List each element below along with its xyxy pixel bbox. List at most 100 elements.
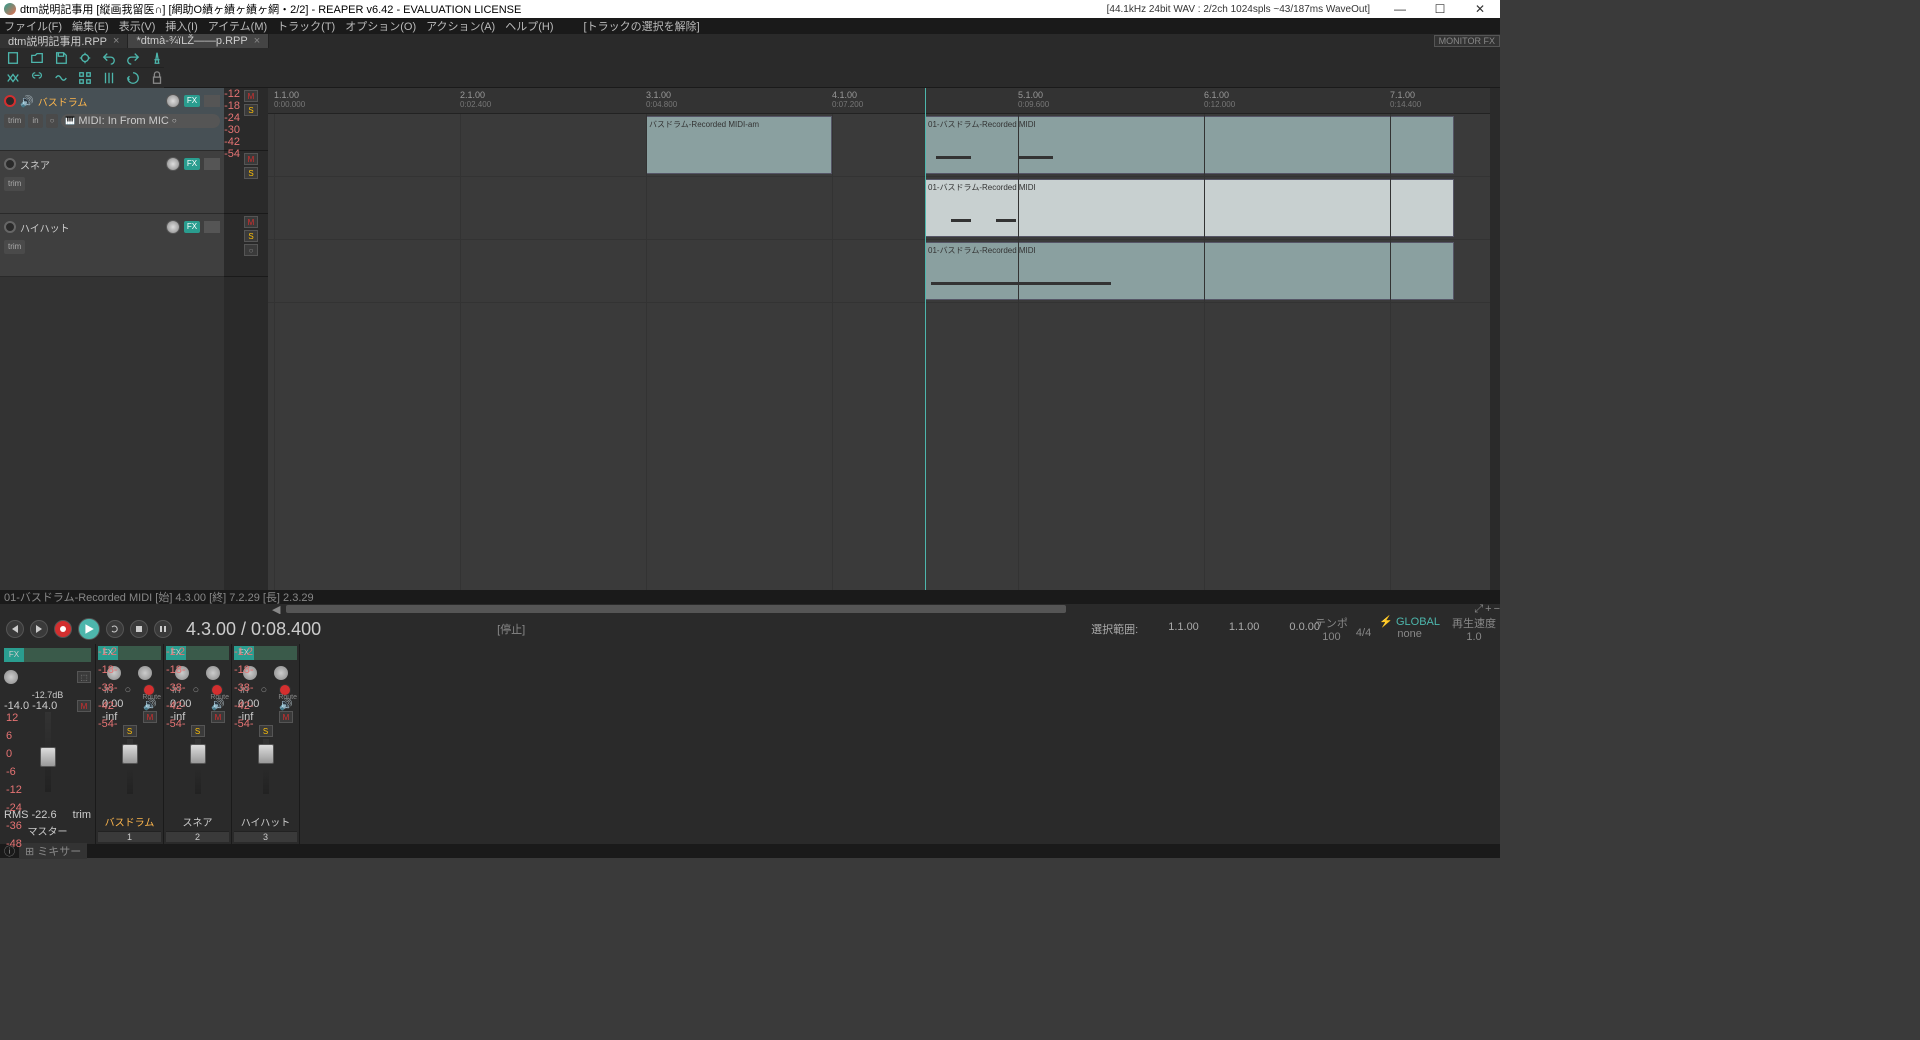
strip-mute[interactable]: M	[143, 711, 157, 723]
tab-close-icon[interactable]: ×	[113, 35, 119, 47]
strip-label[interactable]: ハイハット	[234, 812, 297, 831]
monitor-button[interactable]: ○	[46, 114, 59, 128]
new-project-icon[interactable]	[6, 51, 20, 65]
monitor-fx-button[interactable]: MONITOR FX	[1434, 35, 1500, 47]
go-end-button[interactable]	[30, 620, 48, 638]
ripple-icon[interactable]	[126, 71, 140, 85]
play-cursor[interactable]	[925, 88, 926, 590]
strip-mute[interactable]: M	[279, 711, 293, 723]
menu-help[interactable]: ヘルプ(H)	[505, 18, 553, 34]
solo-button[interactable]: S	[244, 167, 258, 179]
mon-button[interactable]: ○	[260, 684, 267, 696]
time-display[interactable]: 4.3.00 / 0:08.400	[186, 619, 321, 640]
master-knob[interactable]	[4, 670, 18, 684]
ruler-mark[interactable]: 5.1.000:09.600	[1018, 90, 1049, 109]
fx-slot[interactable]	[204, 221, 220, 233]
media-item[interactable]: 01-バスドラム-Recorded MIDI	[925, 116, 1454, 174]
track-row[interactable]: ハイハット FX trim	[0, 214, 224, 277]
speaker-icon[interactable]: 🔊	[20, 95, 34, 108]
record-button[interactable]	[54, 620, 72, 638]
ruler-mark[interactable]: 6.1.000:12.000	[1204, 90, 1235, 109]
ruler-mark[interactable]: 1.1.000:00.000	[274, 90, 305, 109]
vertical-scrollbar[interactable]	[1490, 88, 1500, 590]
volume-knob[interactable]	[166, 157, 180, 171]
strip-label[interactable]: スネア	[166, 812, 229, 831]
media-item[interactable]: バスドラム-Recorded MIDI-am	[646, 116, 832, 174]
stop-button[interactable]	[130, 620, 148, 638]
record-arm-button[interactable]	[4, 95, 16, 107]
mixer-strip[interactable]: FXin○0.00🔊-infM-1.2-18--38--42--54-SRout…	[232, 644, 300, 844]
width-knob[interactable]	[274, 666, 288, 680]
menu-edit[interactable]: 編集(E)	[72, 18, 109, 34]
master-fx-button[interactable]: FX	[4, 648, 24, 662]
audio-status[interactable]: [44.1kHz 24bit WAV : 2/2ch 1024spls ~43/…	[1107, 4, 1370, 15]
strip-fader[interactable]	[122, 744, 138, 764]
track-lane[interactable]: 01-バスドラム-Recorded MIDI	[268, 240, 1490, 303]
menu-file[interactable]: ファイル(F)	[4, 18, 62, 34]
ruler-mark[interactable]: 3.1.000:04.800	[646, 90, 677, 109]
mon-button[interactable]: ○	[192, 684, 199, 696]
link-icon[interactable]	[30, 71, 44, 85]
scrollbar-thumb[interactable]	[286, 605, 1066, 613]
tab-close-icon[interactable]: ×	[254, 35, 260, 47]
strip-solo[interactable]: S	[123, 725, 137, 737]
automation-mode[interactable]: none	[1379, 628, 1440, 640]
track-lane[interactable]: バスドラム-Recorded MIDI-am 01-バスドラム-Recorded …	[268, 114, 1490, 177]
trim-button[interactable]: trim	[4, 114, 25, 128]
volume-knob[interactable]	[166, 220, 180, 234]
settings-icon[interactable]	[78, 51, 92, 65]
trim-button[interactable]: trim	[4, 177, 25, 191]
fx-button[interactable]: FX	[184, 95, 200, 107]
mono-button[interactable]: ⬚	[77, 671, 91, 683]
record-arm-button[interactable]	[4, 158, 16, 170]
menu-track[interactable]: トラック(T)	[277, 18, 335, 34]
volume-knob[interactable]	[166, 94, 180, 108]
width-knob[interactable]	[206, 666, 220, 680]
track-name[interactable]: ハイハット	[20, 220, 162, 235]
timeline-ruler[interactable]: 1.1.000:00.000 2.1.000:02.400 3.1.000:04.8…	[268, 88, 1490, 114]
snap-icon[interactable]	[102, 71, 116, 85]
fx-slot[interactable]	[204, 158, 220, 170]
save-icon[interactable]	[54, 51, 68, 65]
route-button[interactable]: Route	[278, 694, 297, 701]
mon-button[interactable]: ○	[124, 684, 131, 696]
track-row[interactable]: スネア FX trim	[0, 151, 224, 214]
sel-start[interactable]: 1.1.00	[1168, 621, 1199, 637]
project-tab[interactable]: dtm説明記事用.RPP ×	[0, 34, 128, 48]
mute-button[interactable]: M	[244, 216, 258, 228]
solo-button[interactable]: S	[244, 230, 258, 242]
lock-icon[interactable]	[150, 71, 164, 85]
fx-button[interactable]: FX	[184, 221, 200, 233]
fx-button[interactable]: FX	[184, 158, 200, 170]
arrange-view[interactable]: 1.1.000:00.000 2.1.000:02.400 3.1.000:04.8…	[268, 88, 1490, 590]
sel-end[interactable]: 1.1.00	[1229, 621, 1260, 637]
close-button[interactable]: ✕	[1460, 2, 1500, 16]
timesig-value[interactable]: 4/4	[1356, 627, 1371, 639]
route-button[interactable]: Route	[210, 694, 229, 701]
media-item[interactable]: 01-バスドラム-Recorded MIDI	[925, 179, 1454, 237]
strip-fader[interactable]	[190, 744, 206, 764]
metronome-icon[interactable]	[150, 51, 164, 65]
input-button[interactable]: in	[28, 114, 42, 128]
project-tab-active[interactable]: *dtmà-¾ïLŽ——p.RPP ×	[128, 34, 269, 48]
ruler-mark[interactable]: 2.1.000:02.400	[460, 90, 491, 109]
track-lane[interactable]: 01-バスドラム-Recorded MIDI	[268, 177, 1490, 240]
maximize-button[interactable]: ☐	[1420, 2, 1460, 16]
ruler-mark[interactable]: 7.1.000:14.400	[1390, 90, 1421, 109]
strip-label[interactable]: バスドラム	[98, 812, 161, 831]
mixer-tab[interactable]: ⊞ ミキサー	[19, 843, 87, 859]
master-mute[interactable]: M	[77, 700, 91, 712]
ruler-mark[interactable]: 4.1.000:07.200	[832, 90, 863, 109]
menu-insert[interactable]: 挿入(I)	[165, 18, 197, 34]
media-item[interactable]: 01-バスドラム-Recorded MIDI	[925, 242, 1454, 300]
solo-button[interactable]: S	[244, 104, 258, 116]
strip-mute[interactable]: M	[211, 711, 225, 723]
master-fader[interactable]	[40, 747, 56, 767]
envelope-icon[interactable]	[54, 71, 68, 85]
master-strip[interactable]: FX ⬚ -12.7dB -14.0 -14.0M 1260-6-12-24-3…	[0, 644, 96, 844]
master-trim[interactable]: trim	[73, 809, 91, 821]
mixer-strip[interactable]: FXin○0.00🔊-infM-1.2-18--38--42--54-SRout…	[164, 644, 232, 844]
fx-slot[interactable]	[204, 95, 220, 107]
grid-options-icon[interactable]	[78, 71, 92, 85]
autocrossfade-icon[interactable]	[6, 71, 20, 85]
